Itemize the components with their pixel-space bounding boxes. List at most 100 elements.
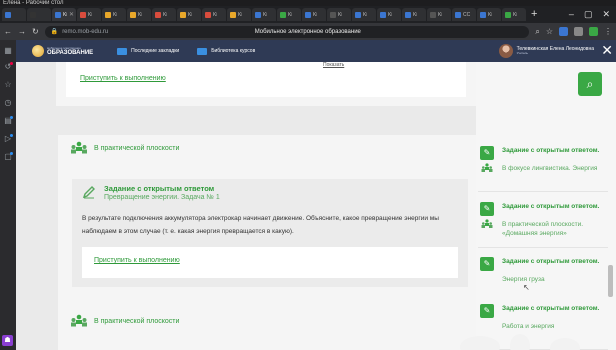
browser-tab[interactable]: Ki [252,8,276,21]
browser-tab[interactable]: Ki [227,8,251,21]
browser-tab[interactable]: Ki [377,8,401,21]
tab-label: Ki [263,11,268,18]
list-item[interactable]: ✎ Задание с открытым ответом. В фокусе л… [478,144,608,192]
browser-tab[interactable]: Ki [102,8,126,21]
tab-favicon-icon [30,11,36,18]
tab-label: Ki [438,11,443,18]
browser-tab[interactable]: Ki ✕ [52,8,76,21]
tab-label: Ki [138,11,143,18]
previous-task-card: Показать Приступить к выполнению [56,62,484,106]
app-icon[interactable]: ☗ [2,335,13,346]
task-card: Задание с открытым ответом Превращение э… [72,179,468,287]
list-item[interactable]: ✎ Задание с открытым ответом. В практиче… [478,200,608,248]
tab-label: Ki [488,11,493,18]
site-header: мобильное электронное ОБРАЗОВАНИЕ Послед… [16,40,616,62]
close-icon[interactable]: ✕ [601,43,613,57]
zoom-icon[interactable]: ⌕ [535,27,539,37]
browser-tab[interactable]: Ki [277,8,301,21]
extension-icon[interactable] [574,27,583,36]
task-description: В результате подключения аккумулятора эл… [82,215,439,235]
browser-tab[interactable]: Ki [77,8,101,21]
browser-tab[interactable]: Ki [127,8,151,21]
task-title: Задание с открытым ответом [104,184,215,193]
browser-tab[interactable]: Ki [477,8,501,21]
browser-tab[interactable]: Ki [327,8,351,21]
grid-icon[interactable]: ▦ [3,46,13,56]
browser-tab[interactable]: CC [452,8,476,21]
tab-favicon-icon [330,11,336,18]
tab-favicon-icon [180,11,186,18]
minimize-icon[interactable]: – [569,9,574,20]
user-menu[interactable]: Телевкинская Елена Леонидовна Учитель [498,44,594,58]
tab-label: CC [463,11,471,18]
pencil-icon: ✎ [480,257,494,271]
list-item[interactable]: ✎ Задание с открытым ответом. Энергия гр… [478,255,608,303]
browser-sidebar: ▦ ↺ ☆ ◷ ▤ ▷ ▢ ☗ [0,40,16,350]
nav-library[interactable]: Библиотека курсов [197,47,255,55]
nav-recent[interactable]: Последние закладки [117,47,179,55]
people-icon [481,219,493,228]
note-icon[interactable]: ▢ [3,152,13,162]
pencil-icon [82,186,95,199]
screen: Елена - Рабочий стол Ki ✕ Ki Ki Ki Ki Ki Ki Ki Ki… [0,0,616,350]
tab-favicon-icon [255,11,261,18]
browser-tab[interactable]: Ki [177,8,201,21]
start-task-link[interactable]: Приступить к выполнению [80,75,166,82]
browser-tab[interactable]: Ki [302,8,326,21]
page-title: Мобильное электронное образование [254,28,361,35]
list-item-title: Задание с открытым ответом. [502,147,600,154]
tab-close-icon[interactable]: ✕ [69,11,74,18]
tab-label: Ki [63,11,67,18]
extension-icon[interactable] [589,27,598,36]
star-icon[interactable]: ☆ [3,80,13,90]
tab-favicon-icon [230,11,236,18]
section-header: В практической плоскости [70,314,179,328]
task-list-panel: ⌕ ✎ Задание с открытым ответом. В фокусе… [476,62,616,350]
url-field[interactable]: 🔒 remo.mob-edu.ru Мобильное электронное … [44,25,530,38]
play-icon[interactable]: ▷ [3,134,13,144]
browser-tab[interactable]: Ki [402,8,426,21]
browser-tab[interactable] [2,8,26,21]
tab-label: Ki [113,11,118,18]
back-icon[interactable]: ← [4,27,12,36]
library-icon [197,47,208,55]
tab-label: Ki [388,11,393,18]
url-text: remo.mob-edu.ru [62,28,109,35]
bookmark-star-icon[interactable]: ☆ [546,27,553,36]
new-tab-button[interactable]: + [531,9,537,20]
lock-icon: 🔒 [50,29,59,35]
browser-tab[interactable]: Ki [502,8,526,21]
tab-favicon-icon [505,11,511,18]
tab-favicon-icon [430,11,436,18]
reload-icon[interactable]: ↻ [32,27,39,36]
site-logo[interactable]: мобильное электронное ОБРАЗОВАНИЕ [32,45,93,57]
scrollbar-thumb[interactable] [608,265,613,297]
tab-favicon-icon [380,11,386,18]
show-link[interactable]: Показать [323,62,344,68]
browser-tab[interactable]: Ki [352,8,376,21]
window-controls: – ▢ ✕ [569,9,616,20]
tab-label: Ki [163,11,168,18]
task-subtitle: Превращение энергии. Задача № 1 [104,193,220,201]
logo-big-text: ОБРАЗОВАНИЕ [47,49,94,56]
page-body: Показать Приступить к выполнению В практ… [16,62,616,350]
browser-tab[interactable] [27,8,51,21]
browser-tab[interactable]: Ki [427,8,451,21]
tab-label: Ki [313,11,318,18]
forward-icon[interactable]: → [18,27,26,36]
menu-icon[interactable]: ⋮ [604,27,612,36]
close-window-icon[interactable]: ✕ [602,9,610,20]
document-icon[interactable]: ▤ [3,116,13,126]
tab-favicon-icon [355,11,361,18]
search-button[interactable]: ⌕ [578,72,602,96]
bookmarks-icon [117,47,128,55]
notification-icon[interactable]: ↺ [3,62,13,72]
start-task-link[interactable]: Приступить к выполнению [94,257,180,264]
extension-icon[interactable] [559,27,568,36]
tab-label: Ki [413,11,418,18]
browser-tab[interactable]: Ki [152,8,176,21]
maximize-icon[interactable]: ▢ [584,9,593,20]
address-bar: ← → ↻ 🔒 remo.mob-edu.ru Мобильное электр… [0,23,616,40]
clock-icon[interactable]: ◷ [3,98,13,108]
browser-tab[interactable]: Ki [202,8,226,21]
